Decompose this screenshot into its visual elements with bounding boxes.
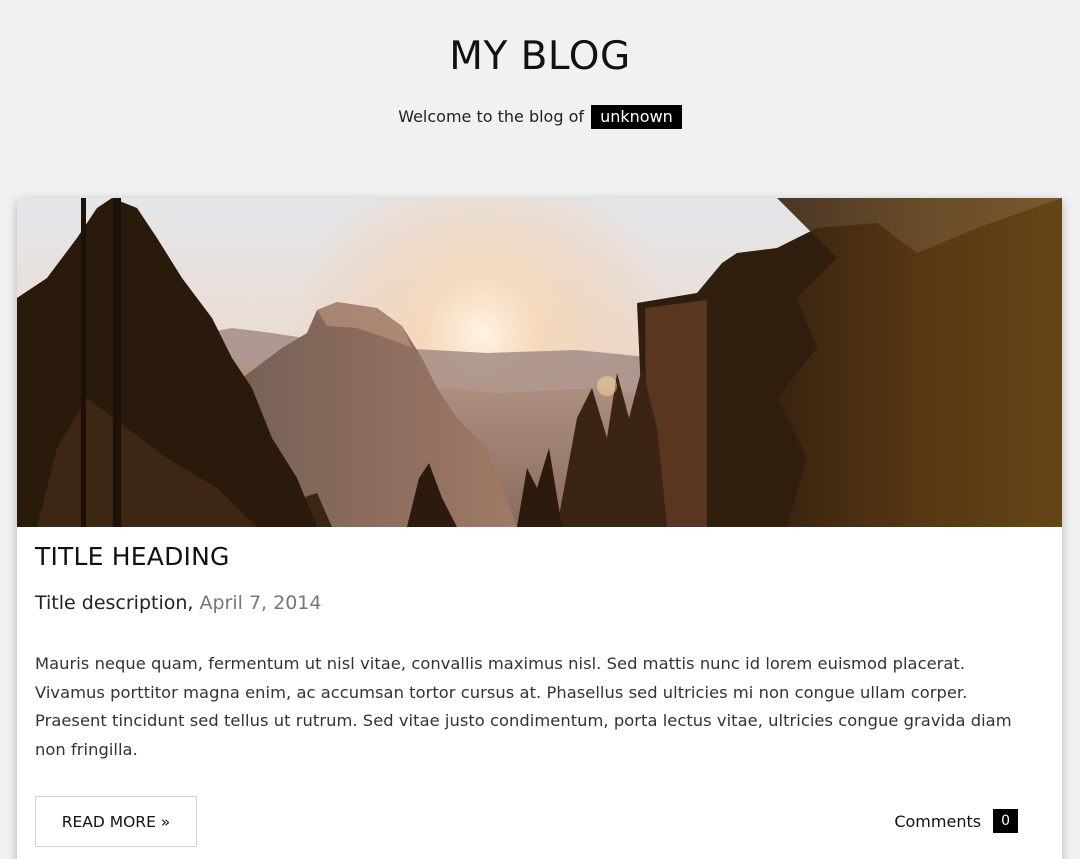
site-tagline: Welcome to the blog of unknown: [0, 105, 1080, 129]
blog-post-card: TITLE HEADING Title description, April 7…: [17, 198, 1062, 859]
post-hero-image: [17, 198, 1062, 527]
post-description: Title description,: [35, 592, 194, 614]
comments-count-badge: 0: [993, 809, 1018, 833]
post-subtitle: Title description, April 7, 2014: [35, 589, 322, 617]
comments-label: Comments: [894, 811, 982, 831]
post-date: April 7, 2014: [199, 592, 322, 614]
page: MY BLOG Welcome to the blog of unknown T…: [0, 0, 1080, 859]
post-title[interactable]: TITLE HEADING: [35, 540, 230, 574]
site-title: MY BLOG: [449, 34, 631, 79]
read-more-button[interactable]: READ MORE »: [35, 796, 197, 847]
owner-badge: unknown: [591, 105, 682, 129]
comments[interactable]: Comments 0: [894, 808, 1018, 834]
tagline-text: Welcome to the blog of: [398, 107, 585, 126]
post-body: Mauris neque quam, fermentum ut nisl vit…: [35, 654, 1012, 760]
